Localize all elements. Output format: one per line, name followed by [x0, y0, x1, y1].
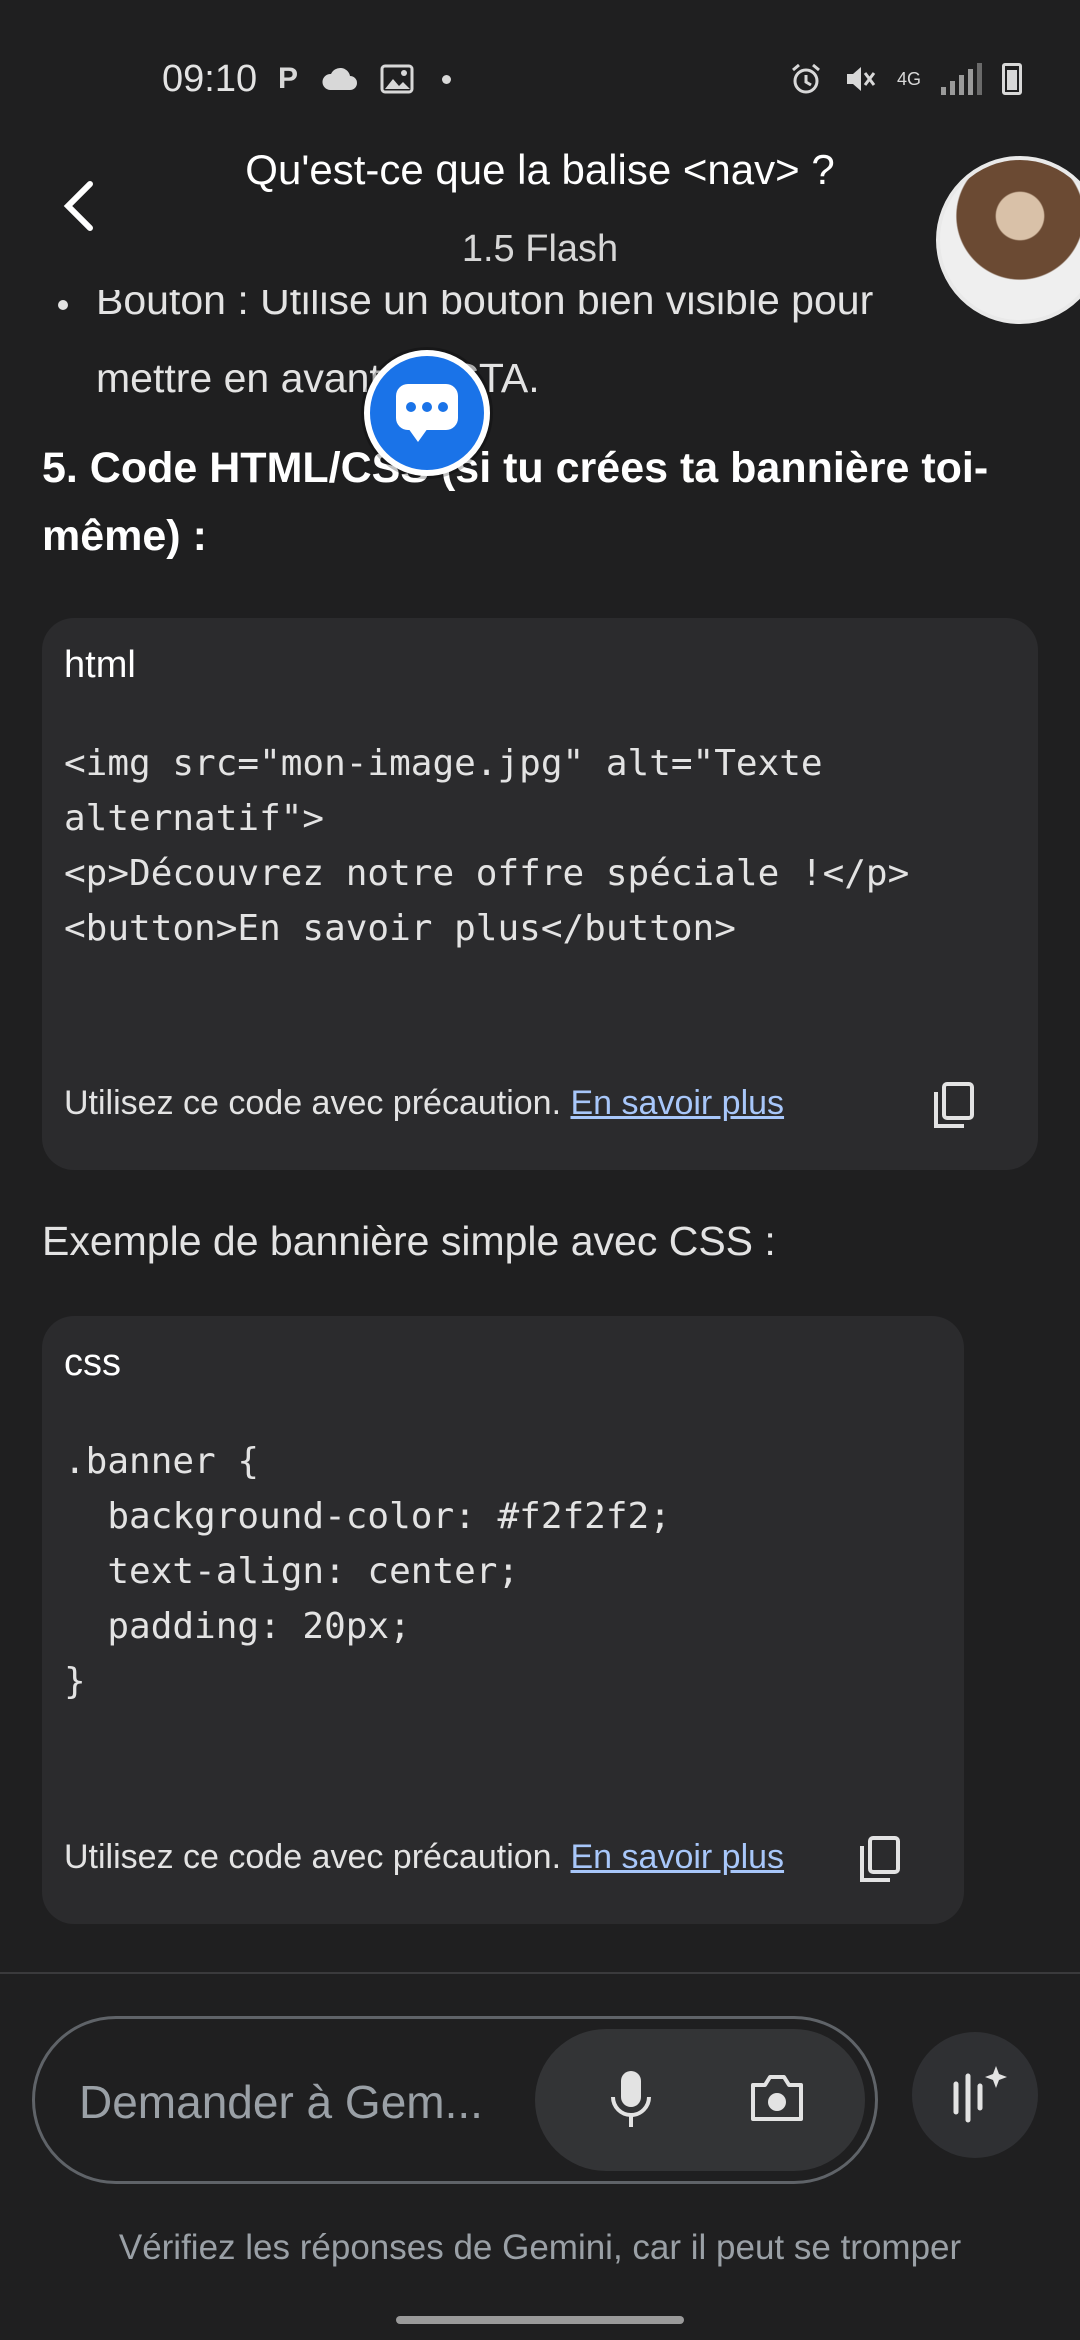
code-footer: Utilisez ce code avec précaution. En sav…: [64, 1838, 784, 1877]
learn-more-link[interactable]: En savoir plus: [571, 1084, 785, 1122]
code-language-label: html: [64, 644, 136, 686]
battery-icon: [1002, 63, 1022, 95]
input-tools: [535, 2029, 865, 2171]
chat-header: Qu'est-ce que la balise <nav> ? 1.5 Flas…: [0, 140, 1080, 324]
status-time: 09:10: [162, 58, 258, 100]
model-selector[interactable]: 1.5 Flash: [0, 228, 1080, 271]
section-heading: 5. Code HTML/CSS (si tu crées ta bannièr…: [42, 444, 989, 560]
cloud-icon: [322, 67, 358, 90]
camera-icon[interactable]: [749, 2073, 805, 2123]
bullet-dot: [58, 300, 68, 310]
floating-chat-bubble-icon[interactable]: [364, 350, 490, 476]
code-block-html: html <img src="mon-image.jpg" alt="Texte…: [42, 618, 1038, 1170]
network-type: 4G: [896, 69, 921, 89]
status-right-icons: 4G: [789, 62, 1022, 96]
dot-icon: [442, 74, 452, 84]
alarm-icon: [792, 63, 820, 94]
learn-more-link[interactable]: En savoir plus: [571, 1838, 785, 1876]
status-left-icons: P: [278, 62, 452, 96]
image-icon: [380, 64, 414, 94]
caution-text: Utilisez ce code avec précaution.: [64, 1084, 562, 1122]
code-content: .banner { background-color: #f2f2f2; tex…: [64, 1441, 671, 1702]
caution-text: Utilisez ce code avec précaution.: [64, 1838, 562, 1876]
status-bar: 09:10 P 4G: [0, 0, 1080, 150]
divider: [0, 1972, 1080, 1974]
gemini-live-button[interactable]: [912, 2032, 1038, 2158]
copy-icon[interactable]: [932, 1080, 976, 1130]
disclaimer-text: Vérifiez les réponses de Gemini, car il …: [118, 2228, 962, 2267]
bullet-text-line2: mettre en avant un CTA.: [96, 355, 540, 401]
parking-icon: P: [278, 62, 299, 95]
prompt-input[interactable]: Demander à Gem...: [79, 2075, 483, 2129]
code-block-css: css .banner { background-color: #f2f2f2;…: [42, 1316, 964, 1924]
prompt-input-bar[interactable]: Demander à Gem...: [32, 2016, 878, 2184]
code-footer: Utilisez ce code avec précaution. En sav…: [64, 1084, 784, 1123]
microphone-icon[interactable]: [609, 2069, 653, 2131]
chat-title: Qu'est-ce que la balise <nav> ?: [245, 146, 835, 193]
code-content: <img src="mon-image.jpg" alt="Texte alte…: [64, 743, 910, 949]
copy-icon[interactable]: [858, 1834, 902, 1884]
signal-icon: [941, 63, 982, 95]
home-indicator[interactable]: [396, 2316, 684, 2324]
gemini-live-icon: [953, 2066, 1007, 2123]
mute-icon: [846, 67, 876, 91]
code-language-label: css: [64, 1342, 121, 1384]
paragraph-text: Exemple de bannière simple avec CSS :: [42, 1218, 776, 1264]
